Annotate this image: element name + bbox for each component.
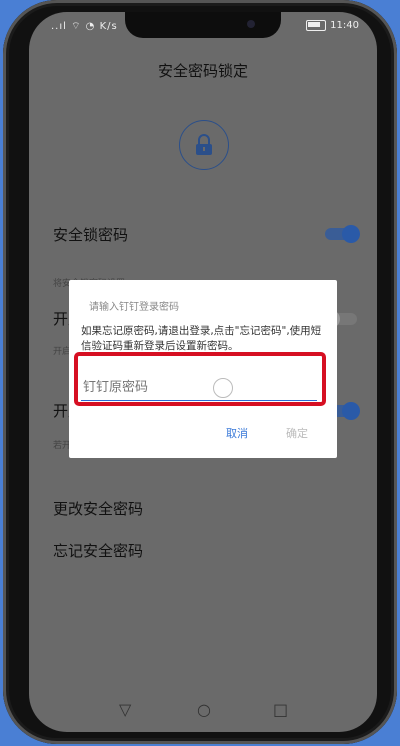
clock: 11:40 [330, 20, 359, 31]
change-password-item[interactable]: 更改安全密码 [53, 498, 143, 519]
cancel-button[interactable]: 取消 [226, 425, 248, 441]
lock-password-label: 安全锁密码 [53, 226, 129, 244]
dialog-message: 如果忘记原密码,请退出登录,点击"忘记密码",使用短信验证码重新登录后设置新密码… [81, 325, 322, 352]
home-button[interactable]: ○ [197, 700, 211, 719]
red-highlight-box [74, 352, 326, 406]
forgot-password-item[interactable]: 忘记安全密码 [53, 540, 143, 561]
confirm-button[interactable]: 确定 [286, 425, 308, 441]
lock-icon [179, 120, 229, 170]
battery-icon [306, 20, 327, 31]
back-button[interactable]: ▽ [119, 700, 131, 719]
page-title: 安全密码锁定 [157, 62, 248, 80]
recent-apps-button[interactable]: □ [273, 700, 288, 719]
signal-status: ..ıl ⌔ ◔ K/s [51, 21, 118, 32]
lock-password-toggle[interactable] [325, 225, 360, 243]
camera-icon [247, 20, 255, 28]
notch [125, 12, 281, 38]
dialog-title: 请输入钉钉登录密码 [89, 302, 179, 313]
nav-bar: ▽ ○ □ [29, 692, 377, 732]
